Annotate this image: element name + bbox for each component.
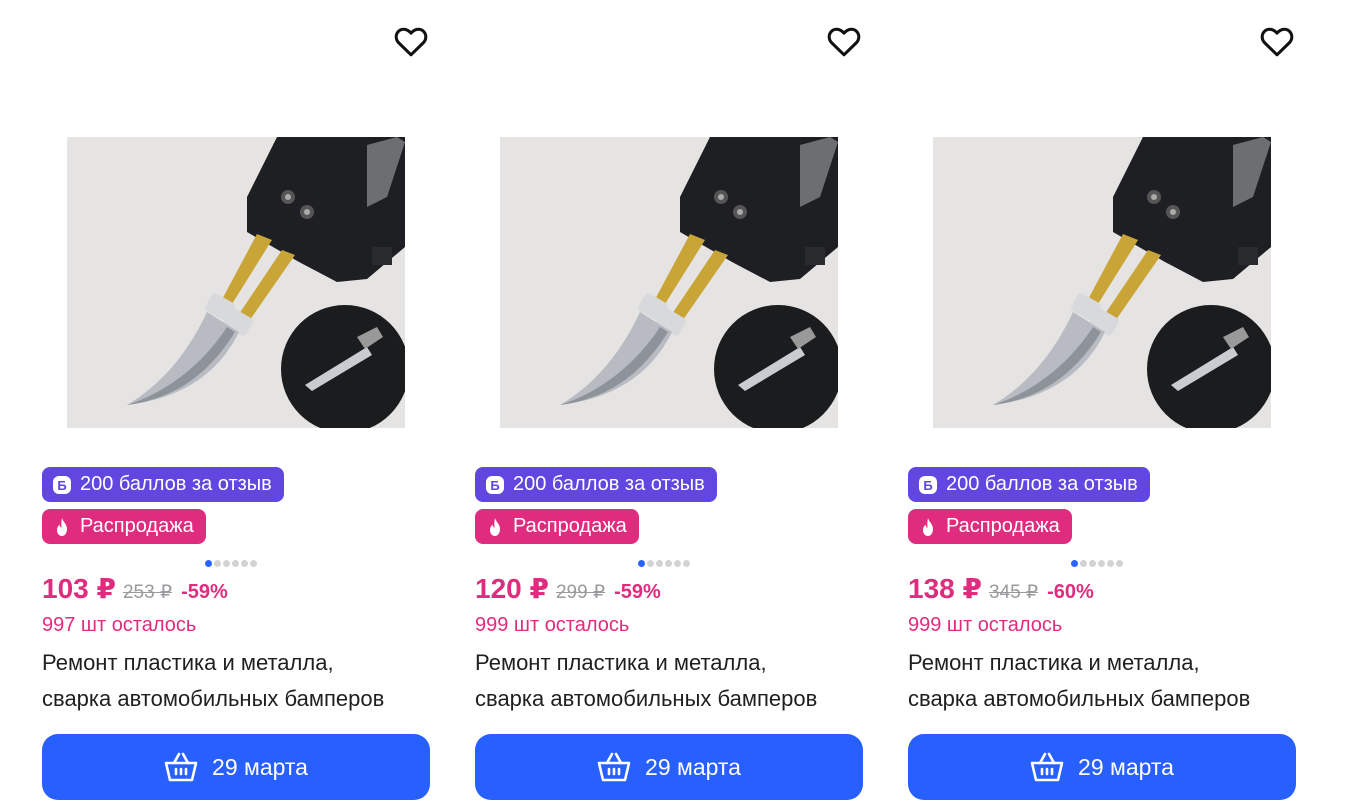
stock-remaining: 999 шт осталось xyxy=(475,614,630,636)
stock-remaining: 999 шт осталось xyxy=(908,614,1063,636)
pagination-dot[interactable] xyxy=(1080,560,1087,567)
pagination-dot[interactable] xyxy=(1116,560,1123,567)
basket-icon xyxy=(1030,752,1064,782)
add-to-cart-button[interactable]: 29 марта xyxy=(908,734,1296,800)
discount-percent: -59% xyxy=(614,581,661,603)
image-pagination-dots[interactable] xyxy=(1071,560,1123,567)
add-to-cart-button[interactable]: 29 марта xyxy=(475,734,863,800)
review-points-label: 200 баллов за отзыв xyxy=(946,473,1138,495)
points-coin-icon: Б xyxy=(53,475,71,494)
basket-icon xyxy=(597,752,631,782)
product-title-line[interactable]: Ремонт пластика и металла, xyxy=(908,645,1296,681)
product-title[interactable]: Ремонт пластика и металла, сварка автомо… xyxy=(908,645,1296,717)
review-points-badge: Б 200 баллов за отзыв xyxy=(475,467,717,502)
image-pagination-dots[interactable] xyxy=(205,560,257,567)
current-price: 138 ₽ xyxy=(908,573,982,604)
review-points-badge: Б 200 баллов за отзыв xyxy=(42,467,284,502)
pagination-dot[interactable] xyxy=(232,560,239,567)
sale-badge: Распродажа xyxy=(475,509,639,544)
old-price: 299 ₽ xyxy=(555,582,606,603)
product-title-line[interactable]: сварка автомобильных бамперов xyxy=(475,681,863,717)
flame-icon xyxy=(490,517,500,536)
heart-icon xyxy=(394,27,428,57)
delivery-date-label: 29 марта xyxy=(212,753,308,780)
product-image[interactable] xyxy=(500,137,838,428)
favorite-button[interactable] xyxy=(392,22,430,60)
hot-stapler-tool-image xyxy=(933,137,1271,428)
sale-badge: Распродажа xyxy=(908,509,1072,544)
product-card[interactable]: Б 200 баллов за отзыв Распродажа 120 ₽ 2… xyxy=(475,0,863,808)
heart-icon xyxy=(1260,27,1294,57)
product-card[interactable]: Б 200 баллов за отзыв Распродажа 103 ₽ 2… xyxy=(42,0,430,808)
pagination-dot[interactable] xyxy=(214,560,221,567)
product-image[interactable] xyxy=(933,137,1271,428)
svg-text:Б: Б xyxy=(57,478,66,493)
pagination-dot[interactable] xyxy=(674,560,681,567)
add-to-cart-button[interactable]: 29 марта xyxy=(42,734,430,800)
image-pagination-dots[interactable] xyxy=(638,560,690,567)
pagination-dot[interactable] xyxy=(1089,560,1096,567)
product-title[interactable]: Ремонт пластика и металла, сварка автомо… xyxy=(42,645,430,717)
review-points-label: 200 баллов за отзыв xyxy=(80,473,272,495)
pagination-dot[interactable] xyxy=(250,560,257,567)
favorite-button[interactable] xyxy=(825,22,863,60)
svg-text:Б: Б xyxy=(923,478,932,493)
stock-remaining: 997 шт осталось xyxy=(42,614,197,636)
pagination-dot[interactable] xyxy=(638,560,645,567)
current-price: 120 ₽ xyxy=(475,573,549,604)
pagination-dot[interactable] xyxy=(647,560,654,567)
pagination-dot[interactable] xyxy=(665,560,672,567)
heart-icon xyxy=(827,27,861,57)
old-price: 253 ₽ xyxy=(122,582,173,603)
product-title-line[interactable]: сварка автомобильных бамперов xyxy=(908,681,1296,717)
product-title-line[interactable]: Ремонт пластика и металла, xyxy=(475,645,863,681)
svg-text:Б: Б xyxy=(490,478,499,493)
pagination-dot[interactable] xyxy=(683,560,690,567)
product-card[interactable]: Б 200 баллов за отзыв Распродажа 138 ₽ 3… xyxy=(908,0,1296,808)
flame-icon xyxy=(57,517,67,536)
hot-stapler-tool-image xyxy=(67,137,405,428)
current-price: 103 ₽ xyxy=(42,573,116,604)
delivery-date-label: 29 марта xyxy=(1078,753,1174,780)
price-row: 120 ₽ 299 ₽ -59% xyxy=(475,572,661,610)
hot-stapler-tool-image xyxy=(500,137,838,428)
product-image[interactable] xyxy=(67,137,405,428)
favorite-button[interactable] xyxy=(1258,22,1296,60)
sale-label: Распродажа xyxy=(80,515,194,537)
pagination-dot[interactable] xyxy=(1098,560,1105,567)
sale-badge: Распродажа xyxy=(42,509,206,544)
product-title[interactable]: Ремонт пластика и металла, сварка автомо… xyxy=(475,645,863,717)
price-row: 138 ₽ 345 ₽ -60% xyxy=(908,572,1094,610)
old-price: 345 ₽ xyxy=(988,582,1039,603)
pagination-dot[interactable] xyxy=(241,560,248,567)
basket-icon xyxy=(164,752,198,782)
pagination-dot[interactable] xyxy=(1107,560,1114,567)
discount-percent: -60% xyxy=(1047,581,1094,603)
points-coin-icon: Б xyxy=(486,475,504,494)
pagination-dot[interactable] xyxy=(223,560,230,567)
pagination-dot[interactable] xyxy=(656,560,663,567)
price-row: 103 ₽ 253 ₽ -59% xyxy=(42,572,228,610)
sale-label: Распродажа xyxy=(513,515,627,537)
pagination-dot[interactable] xyxy=(1071,560,1078,567)
sale-label: Распродажа xyxy=(946,515,1060,537)
delivery-date-label: 29 марта xyxy=(645,753,741,780)
product-title-line[interactable]: Ремонт пластика и металла, xyxy=(42,645,430,681)
flame-icon xyxy=(923,517,933,536)
points-coin-icon: Б xyxy=(919,475,937,494)
review-points-label: 200 баллов за отзыв xyxy=(513,473,705,495)
review-points-badge: Б 200 баллов за отзыв xyxy=(908,467,1150,502)
pagination-dot[interactable] xyxy=(205,560,212,567)
discount-percent: -59% xyxy=(181,581,228,603)
product-title-line[interactable]: сварка автомобильных бамперов xyxy=(42,681,430,717)
